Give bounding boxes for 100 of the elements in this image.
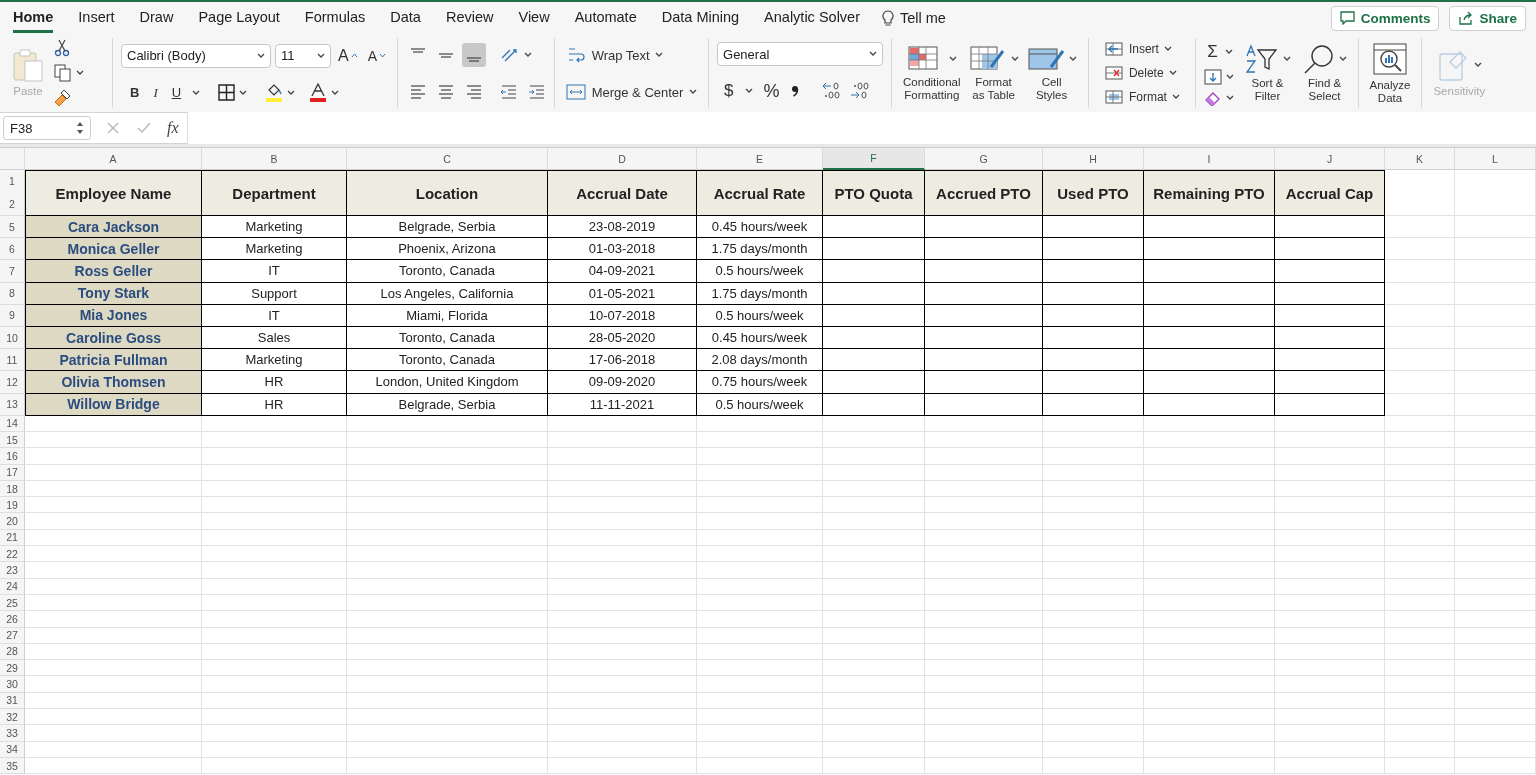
column-header[interactable]: C <box>347 148 548 170</box>
font-name-dropdown[interactable]: Calibri (Body) <box>121 43 271 68</box>
empty-cell[interactable] <box>1144 260 1275 283</box>
empty-cell[interactable] <box>1043 216 1144 239</box>
comma-style-icon[interactable] <box>790 84 799 99</box>
empty-cell[interactable] <box>823 393 925 416</box>
confirm-icon[interactable] <box>137 122 151 134</box>
row-header[interactable]: 6 <box>0 238 25 261</box>
row-header[interactable]: 23 <box>0 562 25 579</box>
empty-cell[interactable] <box>925 304 1043 327</box>
empty-cell[interactable] <box>823 326 925 350</box>
table-styles-button[interactable]: Format as Table <box>965 44 1022 102</box>
column-header[interactable]: H <box>1043 148 1144 170</box>
row-header[interactable]: 8 <box>0 282 25 305</box>
empty-cell[interactable] <box>1144 349 1275 372</box>
empty-cell[interactable] <box>1043 238 1144 261</box>
empty-cell[interactable] <box>1144 304 1275 327</box>
cancel-icon[interactable] <box>107 122 119 134</box>
empty-cell[interactable] <box>823 216 925 239</box>
text-orientation-icon[interactable] <box>500 46 520 64</box>
wrap-text-button[interactable]: Wrap Text <box>563 43 701 67</box>
empty-cell[interactable] <box>823 304 925 327</box>
column-header[interactable]: B <box>202 148 347 170</box>
insert-function-button[interactable]: fx <box>167 119 179 137</box>
column-header[interactable]: G <box>925 148 1043 170</box>
ribbon-tab[interactable]: Page Layout <box>198 3 280 33</box>
empty-cell[interactable] <box>1043 304 1144 327</box>
empty-cell[interactable] <box>1275 326 1385 350</box>
currency-button[interactable]: $ <box>721 79 737 104</box>
select-all-corner[interactable] <box>0 148 25 170</box>
empty-cell[interactable] <box>1043 260 1144 283</box>
row-header[interactable]: 22 <box>0 546 25 563</box>
delete-cells-button[interactable]: Delete <box>1100 63 1184 83</box>
analyze-data-button[interactable]: Analyze Data <box>1366 41 1414 105</box>
copy-icon[interactable] <box>54 64 72 82</box>
decrease-decimal-icon[interactable] <box>820 82 841 101</box>
empty-cell[interactable] <box>1275 349 1385 372</box>
column-header[interactable]: D <box>548 148 697 170</box>
column-header[interactable]: A <box>25 148 202 170</box>
font-size-dropdown[interactable]: 11 <box>275 43 331 68</box>
autosum-button[interactable]: Σ <box>1204 39 1236 64</box>
increase-decimal-icon[interactable] <box>848 82 869 101</box>
insert-cells-button[interactable]: Insert <box>1100 39 1184 59</box>
empty-cell[interactable] <box>1144 282 1275 305</box>
row-header[interactable]: 5 <box>0 216 25 239</box>
empty-cell[interactable] <box>1275 216 1385 239</box>
comments-button[interactable]: Comments <box>1330 5 1440 31</box>
empty-cell[interactable] <box>1043 371 1144 394</box>
empty-cell[interactable] <box>1275 393 1385 416</box>
row-header[interactable]: 32 <box>0 709 25 726</box>
ribbon-tab[interactable]: Formulas <box>304 3 366 33</box>
row-header[interactable]: 33 <box>0 725 25 742</box>
row-header[interactable]: 16 <box>0 448 25 465</box>
empty-cell[interactable] <box>823 282 925 305</box>
empty-cell[interactable] <box>925 393 1043 416</box>
empty-cell[interactable] <box>1275 238 1385 261</box>
align-bottom-button[interactable] <box>462 43 486 67</box>
underline-button[interactable]: U <box>168 83 185 102</box>
row-header[interactable]: 2 <box>9 197 15 210</box>
row-header[interactable]: 7 <box>0 260 25 283</box>
empty-cell[interactable] <box>925 216 1043 239</box>
cell-styles-button[interactable]: Cell Styles <box>1023 44 1080 102</box>
column-header[interactable]: J <box>1275 148 1385 170</box>
formula-field[interactable] <box>186 112 1536 144</box>
empty-cell[interactable] <box>1275 282 1385 305</box>
font-color-icon[interactable] <box>309 83 328 102</box>
row-header[interactable]: 12 <box>0 371 25 394</box>
empty-cell[interactable] <box>1275 260 1385 283</box>
scissors-icon[interactable] <box>54 39 70 58</box>
row-header[interactable]: 30 <box>0 676 25 693</box>
ribbon-tab[interactable]: Insert <box>78 3 115 33</box>
empty-cell[interactable] <box>925 238 1043 261</box>
empty-cell[interactable] <box>1043 326 1144 350</box>
ribbon-tab[interactable]: Data <box>390 3 421 33</box>
decrease-indent-icon[interactable] <box>500 84 518 100</box>
empty-cell[interactable] <box>925 260 1043 283</box>
row-header[interactable]: 19 <box>0 497 25 514</box>
empty-cell[interactable] <box>1043 393 1144 416</box>
empty-cell[interactable] <box>823 371 925 394</box>
ribbon-tab[interactable]: Draw <box>139 3 174 33</box>
column-header[interactable]: L <box>1455 148 1536 170</box>
number-format-dropdown[interactable]: General <box>717 42 884 67</box>
increase-indent-icon[interactable] <box>528 84 546 100</box>
increase-font-size-button[interactable]: A <box>335 44 361 67</box>
borders-icon[interactable] <box>218 84 236 101</box>
italic-button[interactable]: I <box>150 82 161 103</box>
percent-button[interactable]: % <box>760 78 783 104</box>
empty-cell[interactable] <box>823 238 925 261</box>
sort-filter-button[interactable]: Sort & Filter <box>1241 43 1294 103</box>
tell-me-search[interactable]: Tell me <box>900 10 946 26</box>
empty-cell[interactable] <box>925 326 1043 350</box>
conditional-styles-button[interactable]: Conditional Formatting <box>900 44 964 102</box>
row-header[interactable]: 10 <box>0 326 25 350</box>
empty-cell[interactable] <box>1043 282 1144 305</box>
name-box[interactable]: F38 <box>3 116 91 140</box>
merge-center-button[interactable]: Merge & Center <box>563 81 701 103</box>
empty-cell[interactable] <box>1275 371 1385 394</box>
empty-cell[interactable] <box>925 349 1043 372</box>
column-header[interactable]: K <box>1385 148 1455 170</box>
column-header[interactable]: F <box>823 148 925 170</box>
